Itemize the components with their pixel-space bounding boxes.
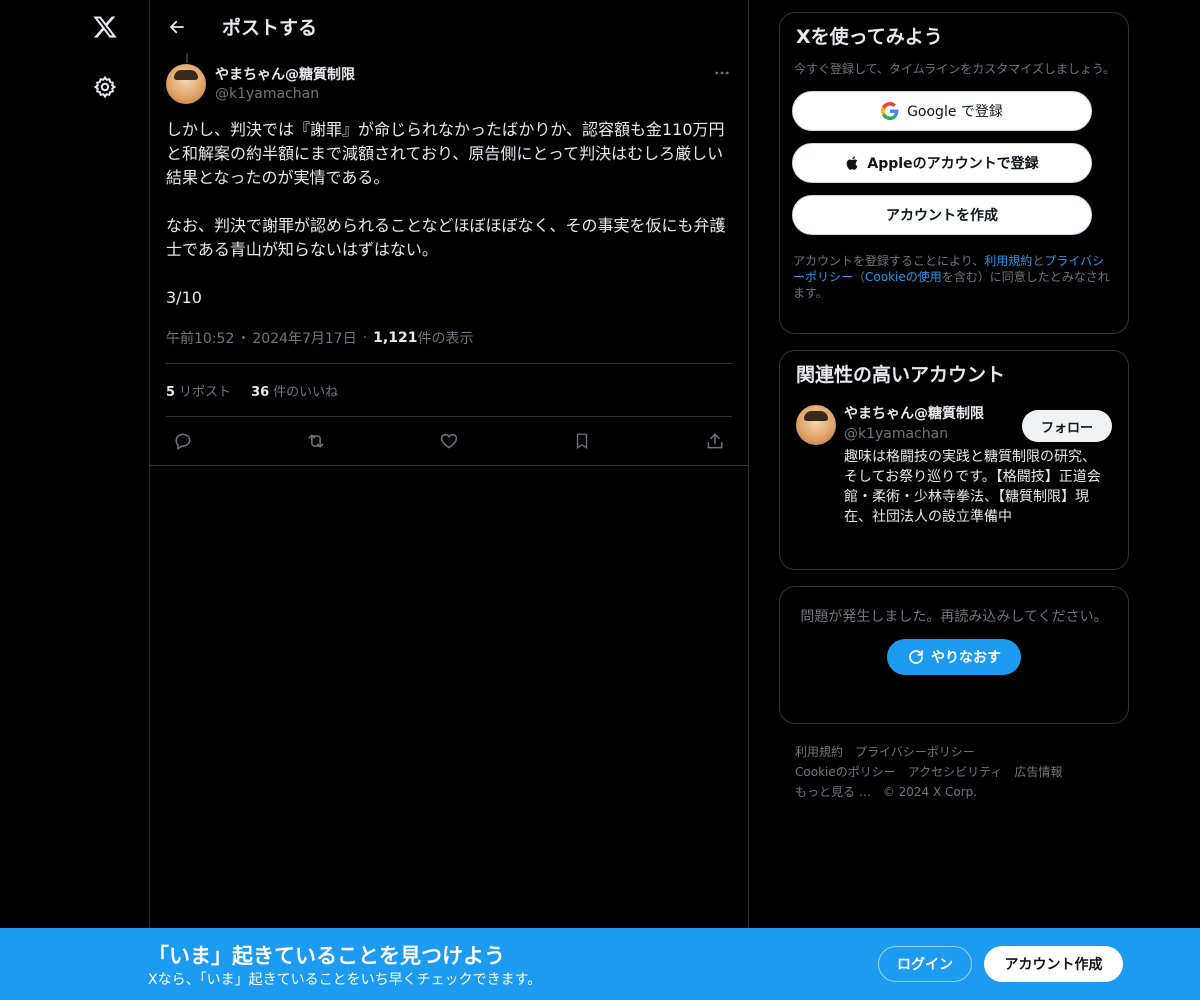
login-button[interactable]: ログイン (878, 946, 972, 982)
arrow-left-icon[interactable] (166, 16, 188, 38)
likes-label: 件のいいね (273, 384, 339, 400)
footer-links: 利用規約 プライバシーポリシー Cookieのポリシー アクセシビリティ 広告情報 も… (779, 742, 1129, 802)
reposts-count: 5 (166, 384, 176, 400)
signup-description: 今すぐ登録して、タイムラインをカスタマイズしましょう。 (794, 62, 1116, 76)
footer-link-accessibility[interactable]: アクセシビリティ (908, 765, 1003, 779)
thread-line (186, 53, 188, 63)
right-sidebar: Xを使ってみよう 今すぐ登録して、タイムラインをカスタマイズしましょう。 Goo… (779, 0, 1129, 802)
google-icon (881, 102, 899, 120)
related-accounts-card: 関連性の高いアカウント やまちゃん@糖質制限 @k1yamachan 趣味は格闘… (779, 350, 1129, 570)
footer-link-cookie[interactable]: Cookieのポリシー (795, 765, 896, 779)
x-logo-icon[interactable] (88, 10, 122, 44)
reposts-stat[interactable]: 5 リポスト (166, 381, 231, 400)
views-count: 1,121 (373, 330, 418, 346)
author-name[interactable]: やまちゃん@糖質制限 (215, 66, 355, 84)
cookie-use-link[interactable]: Cookieの使用 (865, 270, 942, 284)
repost-icon[interactable] (305, 430, 327, 452)
footer-more-link[interactable]: もっと見る … (795, 785, 871, 799)
post-meta: 午前10:52 ・ 2024年7月17日 · 1,121 件の表示 (166, 324, 732, 352)
create-account-button[interactable]: アカウント作成 (984, 946, 1123, 982)
reply-icon[interactable] (172, 430, 194, 452)
post: やまちゃん@糖質制限 @k1yamachan しかし、判決では『謝罪』が命じられ… (150, 64, 748, 465)
footer-link-privacy[interactable]: プライバシーポリシー (855, 745, 975, 759)
follow-button[interactable]: フォロー (1022, 410, 1112, 442)
google-signup-button[interactable]: Google で登録 (792, 91, 1092, 131)
related-title: 関連性の高いアカウント (796, 364, 1006, 386)
gear-icon[interactable] (91, 73, 119, 101)
related-account[interactable]: やまちゃん@糖質制限 @k1yamachan 趣味は格闘技の実践と糖質制限の研究… (796, 405, 1112, 527)
divider (150, 465, 748, 466)
terms-text: （ (853, 270, 866, 284)
error-card: 問題が発生しました。再読み込みしてください。 やりなおす (779, 586, 1129, 724)
reposts-label: リポスト (179, 384, 232, 400)
error-message: 問題が発生しました。再読み込みしてください。 (800, 609, 1108, 625)
apple-signup-label: Appleのアカウントで登録 (867, 156, 1039, 172)
create-account-button[interactable]: アカウントを作成 (792, 195, 1092, 235)
likes-count: 36 (251, 384, 270, 400)
post-author: やまちゃん@糖質制限 @k1yamachan (166, 64, 732, 104)
post-time[interactable]: 午前10:52 (166, 328, 234, 348)
retry-label: やりなおす (931, 650, 1001, 666)
create-account-label: アカウントを作成 (886, 208, 998, 224)
author-handle[interactable]: @k1yamachan (215, 84, 355, 104)
signup-title: Xを使ってみよう (796, 26, 943, 48)
apple-icon (847, 156, 858, 170)
terms-of-service-link[interactable]: 利用規約 (984, 254, 1032, 268)
post-actions (166, 417, 732, 465)
related-bio: 趣味は格闘技の実践と糖質制限の研究、そしてお祭り巡りです。【格闘技】正道会館・柔… (844, 449, 1101, 525)
refresh-icon (909, 650, 923, 664)
avatar[interactable] (166, 64, 206, 104)
post-text: しかし、判決では『謝罪』が命じられなかったばかりか、認容額も金110万円と和解案… (166, 120, 726, 307)
left-nav (0, 0, 150, 1000)
page-title: ポストする (222, 17, 318, 39)
views-label: 件の表示 (417, 331, 474, 347)
terms-text: アカウントを登録することにより、 (793, 254, 985, 268)
meta-separator: · (362, 330, 368, 346)
meta-separator: ・ (236, 331, 251, 347)
signup-card: Xを使ってみよう 今すぐ登録して、タイムラインをカスタマイズしましょう。 Goo… (779, 12, 1129, 334)
share-icon[interactable] (704, 430, 726, 452)
banner-subtitle: Xなら、「いま」起きていることをいち早くチェックできます。 (148, 972, 542, 988)
main-header: ポストする (150, 0, 748, 53)
post-stats: 5 リポスト 36 件のいいね (166, 364, 732, 416)
banner-title: 「いま」起きていることを見つけよう (148, 944, 505, 968)
main-column: ポストする やまちゃん@糖質制限 @k1yamachan しかし、判決では『謝罪… (149, 0, 749, 1000)
more-options-icon[interactable] (712, 64, 732, 84)
signup-terms: アカウントを登録することにより、利用規約とプライバシーポリシー（Cookieの使… (792, 253, 1116, 301)
apple-signup-button[interactable]: Appleのアカウントで登録 (792, 143, 1092, 183)
google-signup-label: Google で登録 (907, 104, 1003, 120)
bookmark-icon[interactable] (571, 430, 593, 452)
avatar[interactable] (796, 405, 836, 445)
footer-copyright: © 2024 X Corp. (882, 785, 978, 799)
footer-link-terms[interactable]: 利用規約 (795, 745, 843, 759)
terms-text: と (1032, 254, 1045, 268)
footer-link-ads[interactable]: 広告情報 (1014, 765, 1062, 779)
bottom-signup-banner: 「いま」起きていることを見つけよう Xなら、「いま」起きていることをいち早くチェ… (0, 928, 1200, 1000)
retry-button[interactable]: やりなおす (887, 639, 1021, 675)
like-icon[interactable] (438, 430, 460, 452)
likes-stat[interactable]: 36 件のいいね (251, 381, 338, 400)
post-date[interactable]: 2024年7月17日 (252, 328, 356, 348)
